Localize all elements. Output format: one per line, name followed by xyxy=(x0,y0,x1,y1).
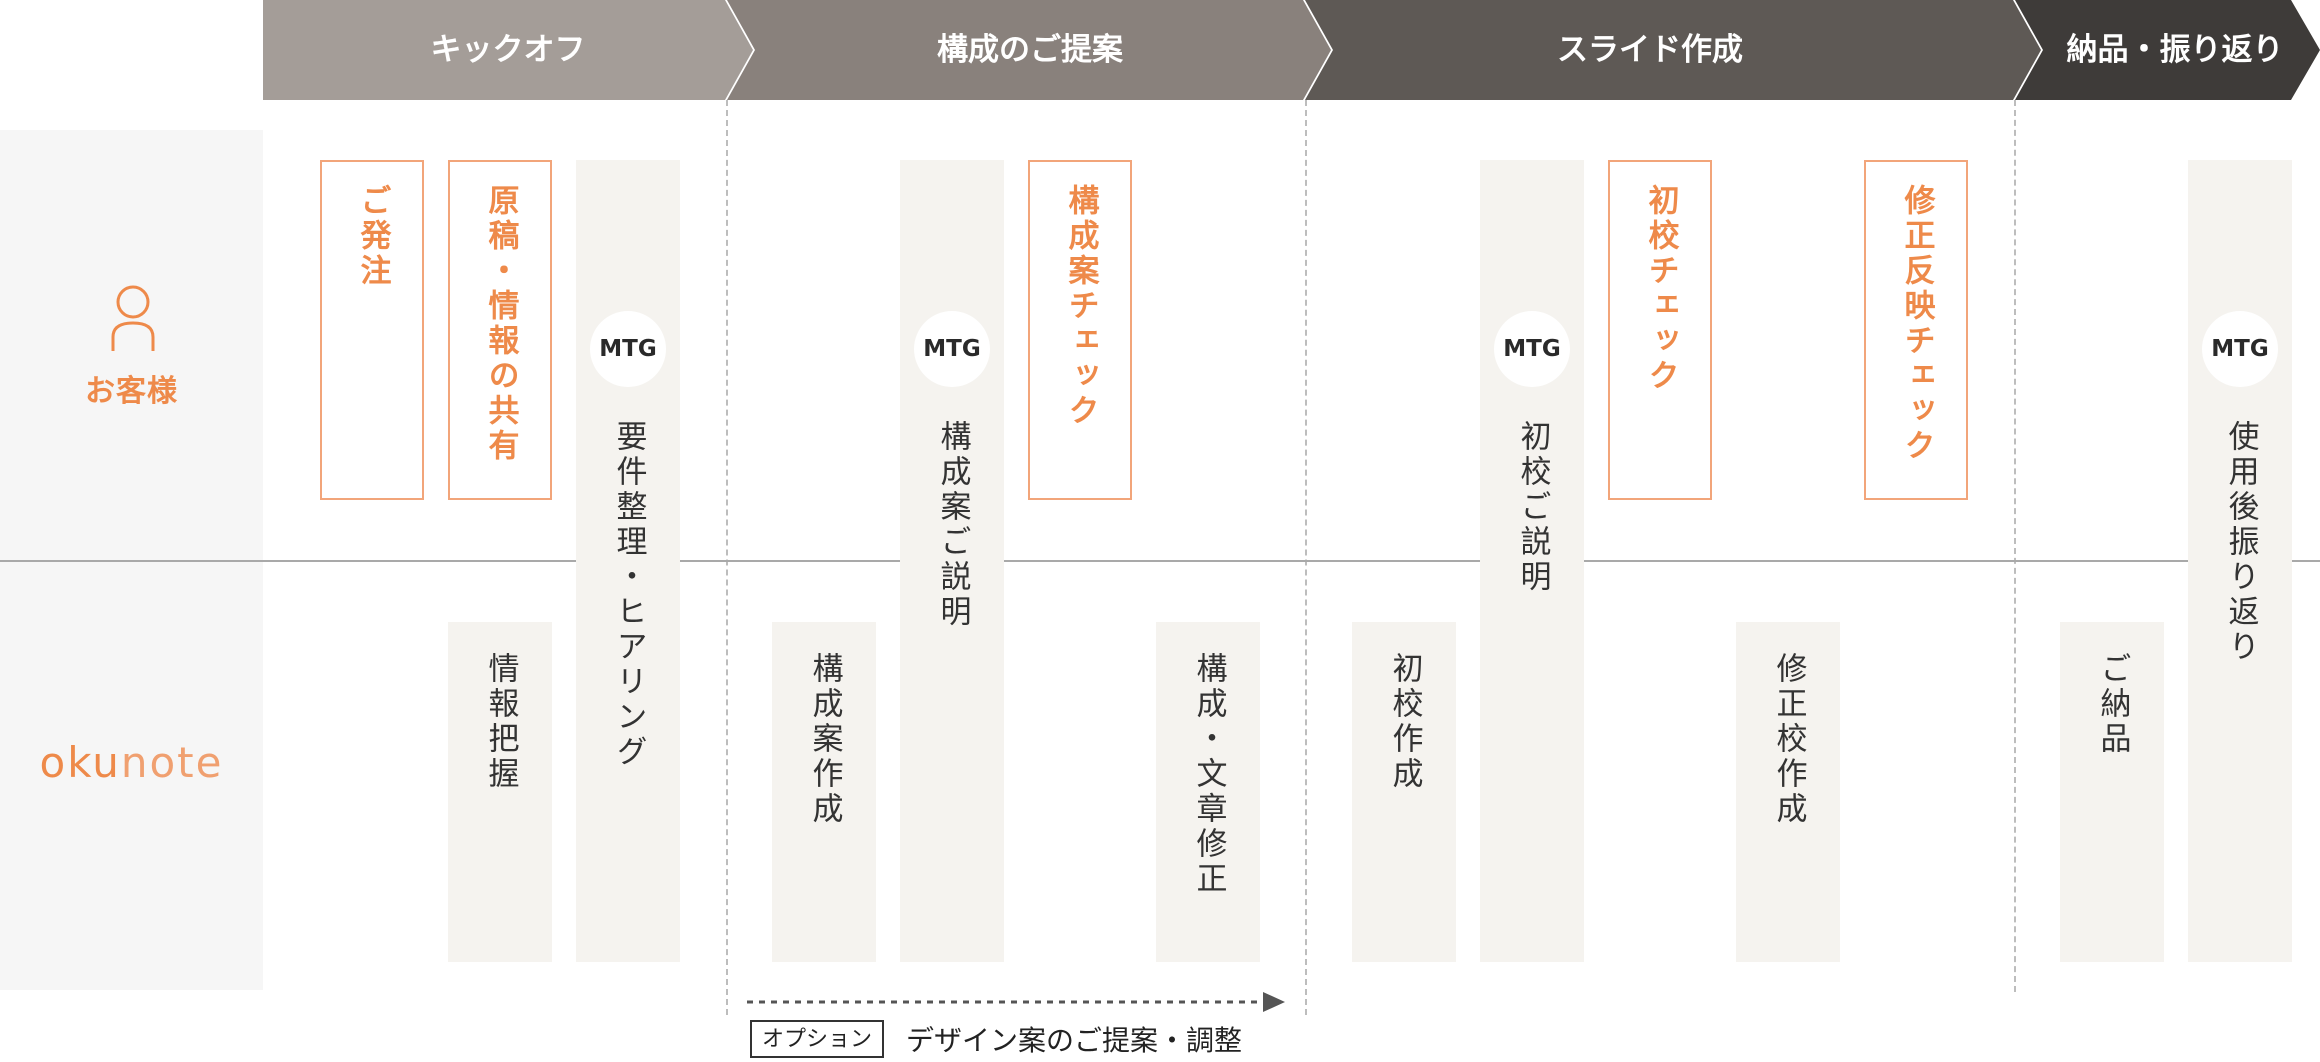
phase-label-kickoff: キックオフ xyxy=(430,32,586,68)
task-post-review: 使用後振り返り xyxy=(2188,160,2292,962)
customer-lane-label: お客様 xyxy=(85,374,178,409)
task-structure-check: 構成案チェック xyxy=(1028,160,1132,500)
option-arrow xyxy=(747,992,1285,1012)
task-first-draft-explain-label: 初校ご説明 xyxy=(1514,420,1551,595)
task-structure-revise-label: 構成・文章修正 xyxy=(1190,652,1227,897)
task-share-draft: 原稿・情報の共有 xyxy=(448,160,552,500)
task-order: ご発注 xyxy=(320,160,424,500)
task-first-draft-check: 初校チェック xyxy=(1608,160,1712,500)
task-structure-create: 構成案作成 xyxy=(772,622,876,962)
task-post-review-label: 使用後振り返り xyxy=(2222,420,2259,665)
phase-label-slides: スライド作成 xyxy=(1557,32,1743,68)
lane-divider xyxy=(0,560,2320,562)
task-structure-explain: 構成案ご説明 xyxy=(900,160,1004,962)
task-revision-check-label: 修正反映チェック xyxy=(1898,184,1935,464)
mtg-badge: MTG xyxy=(2202,311,2278,387)
option-text: デザイン案のご提案・調整 xyxy=(906,1024,1243,1057)
task-order-label: ご発注 xyxy=(354,184,391,289)
task-revision-create-label: 修正校作成 xyxy=(1770,652,1807,827)
task-info-grasp-label: 情報把握 xyxy=(482,652,519,792)
task-structure-create-label: 構成案作成 xyxy=(806,652,843,827)
task-delivery: ご納品 xyxy=(2060,622,2164,962)
mtg-badge: MTG xyxy=(914,311,990,387)
task-first-draft-create: 初校作成 xyxy=(1352,622,1456,962)
task-structure-check-label: 構成案チェック xyxy=(1062,184,1099,429)
option-tag: オプション xyxy=(750,1020,885,1058)
phase-separator xyxy=(726,100,728,1015)
phase-label-delivery: 納品・振り返り xyxy=(2066,32,2284,68)
logo-text-2: note xyxy=(120,738,224,787)
task-structure-explain-label: 構成案ご説明 xyxy=(934,420,971,630)
task-first-draft-check-label: 初校チェック xyxy=(1642,184,1679,394)
mtg-badge: MTG xyxy=(590,311,666,387)
task-info-grasp: 情報把握 xyxy=(448,622,552,962)
task-kickoff-mtg: 要件整理・ヒアリング xyxy=(576,160,680,962)
logo-text-1: oku xyxy=(39,738,121,787)
task-kickoff-mtg-label: 要件整理・ヒアリング xyxy=(610,420,647,770)
task-revision-create: 修正校作成 xyxy=(1736,622,1840,962)
task-structure-revise: 構成・文章修正 xyxy=(1156,622,1260,962)
mtg-badge: MTG xyxy=(1494,311,1570,387)
task-revision-check: 修正反映チェック xyxy=(1864,160,1968,500)
task-delivery-label: ご納品 xyxy=(2094,652,2131,757)
person-icon xyxy=(111,285,155,351)
phase-label-proposal: 構成のご提案 xyxy=(937,32,1123,68)
okunote-logo: okunote xyxy=(0,738,263,787)
task-first-draft-explain: 初校ご説明 xyxy=(1480,160,1584,962)
phase-separator xyxy=(1305,100,1307,1015)
task-share-draft-label: 原稿・情報の共有 xyxy=(482,184,519,464)
task-first-draft-create-label: 初校作成 xyxy=(1386,652,1423,792)
phase-separator xyxy=(2014,100,2016,992)
